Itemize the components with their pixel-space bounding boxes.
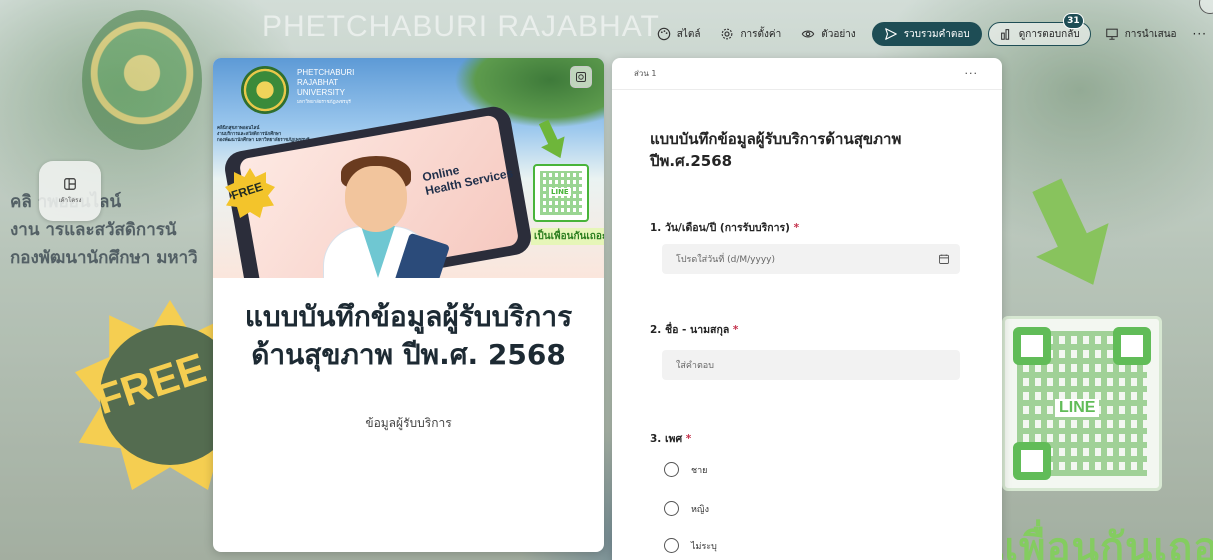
layout-label: เค้าโครง [58,197,82,204]
cover-image: PHETCHABURI RAJABHAT UNIVERSITY มหาวิทยา… [213,58,604,278]
present-button[interactable]: การนำเสนอ [1095,22,1187,46]
gender-option-male[interactable]: ชาย [664,462,707,477]
collect-responses-label: รวบรวมคำตอบ [903,28,970,40]
date-input-placeholder: โปรดใส่วันที่ (d/M/yyyy) [676,255,775,265]
style-label: สไตล์ [676,28,701,40]
gender-option-female[interactable]: หญิง [664,501,709,516]
view-responses-button[interactable]: ดูการตอบกลับ 31 [987,13,1091,46]
settings-label: การตั้งค่า [740,28,782,40]
layout-icon [64,178,76,190]
style-button[interactable]: สไตล์ [647,22,711,46]
university-logo [241,66,289,114]
presentation-icon [1105,28,1118,40]
preview-label: ตัวอย่าง [821,28,856,40]
section-label: ส่วน 1 [634,69,657,78]
send-icon [884,28,897,40]
question-2-label: 2. ชื่อ - นามสกุล * [650,324,739,336]
more-options-button[interactable]: ··· [1187,22,1213,46]
qr-code: LINE [533,164,589,222]
question-3-label: 3. เพศ * [650,433,692,445]
cover-title: แบบบันทึกข้อมูลผู้รับบริการด้านสุขภาพ ปี… [244,300,573,371]
layout-button[interactable]: เค้าโครง [39,161,101,221]
gear-icon [722,28,733,40]
settings-button[interactable]: การตั้งค่า [710,22,791,46]
required-marker: * [685,433,692,445]
required-marker: * [732,324,739,336]
section-more-button[interactable]: ··· [965,67,979,80]
name-input[interactable]: ใส่คำตอบ [662,350,960,380]
required-marker: * [793,222,800,234]
image-edit-icon [576,72,586,82]
chart-icon [1000,29,1009,40]
preview-button[interactable]: ตัวอย่าง [791,22,865,46]
form-card: ส่วน 1 ··· แบบบันทึกข้อมูลผู้รับบริการด้… [612,58,1002,560]
name-input-placeholder: ใส่คำตอบ [676,361,714,371]
change-image-button[interactable] [570,66,592,88]
radio-button[interactable] [664,501,679,516]
cover-subtitle: ข้อมูลผู้รับบริการ [365,416,452,430]
collect-responses-button[interactable]: รวบรวมคำตอบ [871,22,982,46]
present-label: การนำเสนอ [1124,28,1177,40]
date-input[interactable]: โปรดใส่วันที่ (d/M/yyyy) [662,244,960,274]
question-1-label: 1. วัน/เดือน/ปี (การรับบริการ) * [650,222,800,234]
cover-card: PHETCHABURI RAJABHAT UNIVERSITY มหาวิทยา… [213,58,604,552]
cover-university-name: PHETCHABURI RAJABHAT UNIVERSITY มหาวิทยา… [297,68,355,104]
background-image: PHETCHABURI RAJABHAT คลิ าพออนไลน์ งาน า… [0,0,1213,560]
form-title: แบบบันทึกข้อมูลผู้รับบริการด้านสุขภาพ ปี… [650,130,902,170]
section-header: ส่วน 1 ··· [612,58,1002,90]
eye-icon [801,30,815,38]
radio-button[interactable] [664,538,679,553]
radio-button[interactable] [664,462,679,477]
line-banner: เป็นเพื่อนกันเถอะ [531,228,604,245]
responses-count-badge: 31 [1063,13,1084,29]
top-toolbar: สไตล์ การตั้งค่า ตัวอย่าง รวบรวมคำตอบ ดู… [647,13,1213,47]
gender-option-unspecified[interactable]: ไม่ระบุ [664,538,717,553]
calendar-icon [939,254,949,264]
palette-icon [657,27,670,41]
